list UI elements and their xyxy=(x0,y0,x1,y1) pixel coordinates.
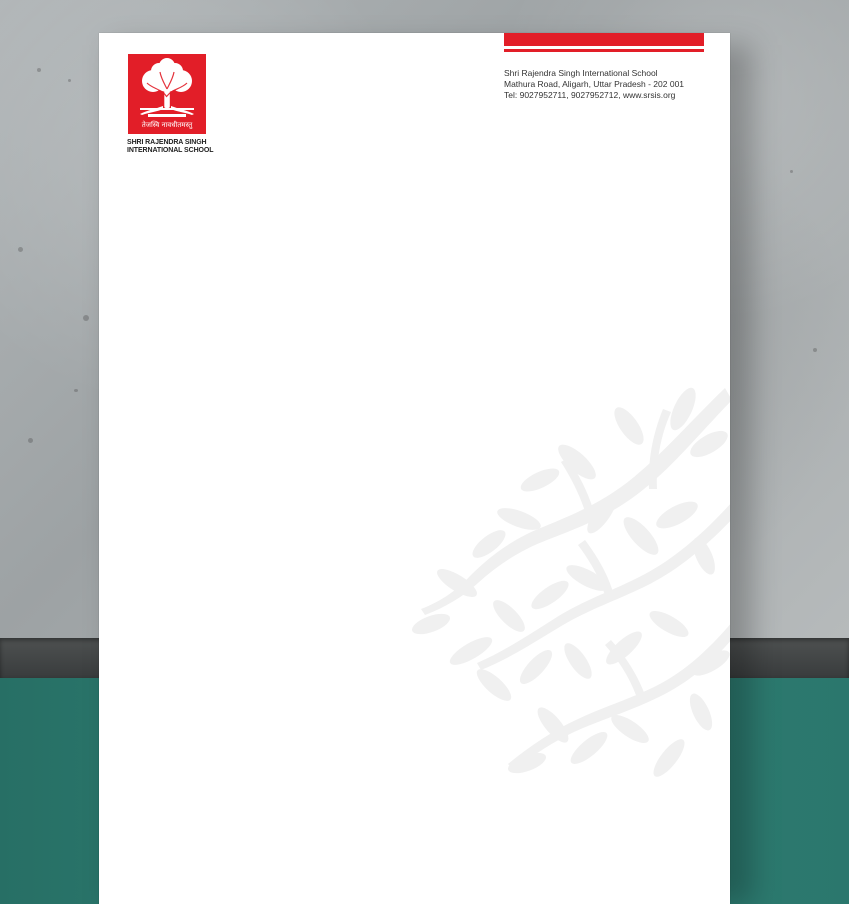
logo-name-line-1: SHRI RAJENDRA SINGH xyxy=(127,139,207,146)
header-red-bar xyxy=(504,33,704,46)
wall-texture-dot xyxy=(68,79,71,82)
header-red-line xyxy=(504,49,704,52)
wall-texture-dot xyxy=(37,68,41,72)
contact-text: Tel: 9027952711, 9027952712, www.srsis.o… xyxy=(504,90,676,100)
wall-texture-dot xyxy=(813,348,817,352)
tree-watermark-icon xyxy=(412,387,730,777)
school-address-block: Shri Rajendra Singh International School… xyxy=(504,68,719,101)
logo-name-line-2: INTERNATIONAL SCHOOL xyxy=(127,147,214,154)
wall-texture-dot xyxy=(18,247,23,252)
logo-motto: तेजस्वि नावधीतमस्तु xyxy=(141,121,193,129)
school-logo: तेजस्वि नावधीतमस्तु xyxy=(128,54,206,134)
wall-texture-dot xyxy=(74,389,78,392)
letterhead-paper: तेजस्वि नावधीतमस्तु SHRI RAJENDRA SINGH … xyxy=(99,33,730,904)
logo-school-name: SHRI RAJENDRA SINGH INTERNATIONAL SCHOOL xyxy=(127,139,217,155)
wall-texture-dot xyxy=(28,438,33,443)
school-name-text: Shri Rajendra Singh International School xyxy=(504,68,658,78)
address-text: Mathura Road, Aligarh, Uttar Pradesh - 2… xyxy=(504,79,685,89)
wall-texture-dot xyxy=(790,170,793,173)
scene-root: तेजस्वि नावधीतमस्तु SHRI RAJENDRA SINGH … xyxy=(0,0,849,904)
wall-texture-dot xyxy=(83,315,89,321)
